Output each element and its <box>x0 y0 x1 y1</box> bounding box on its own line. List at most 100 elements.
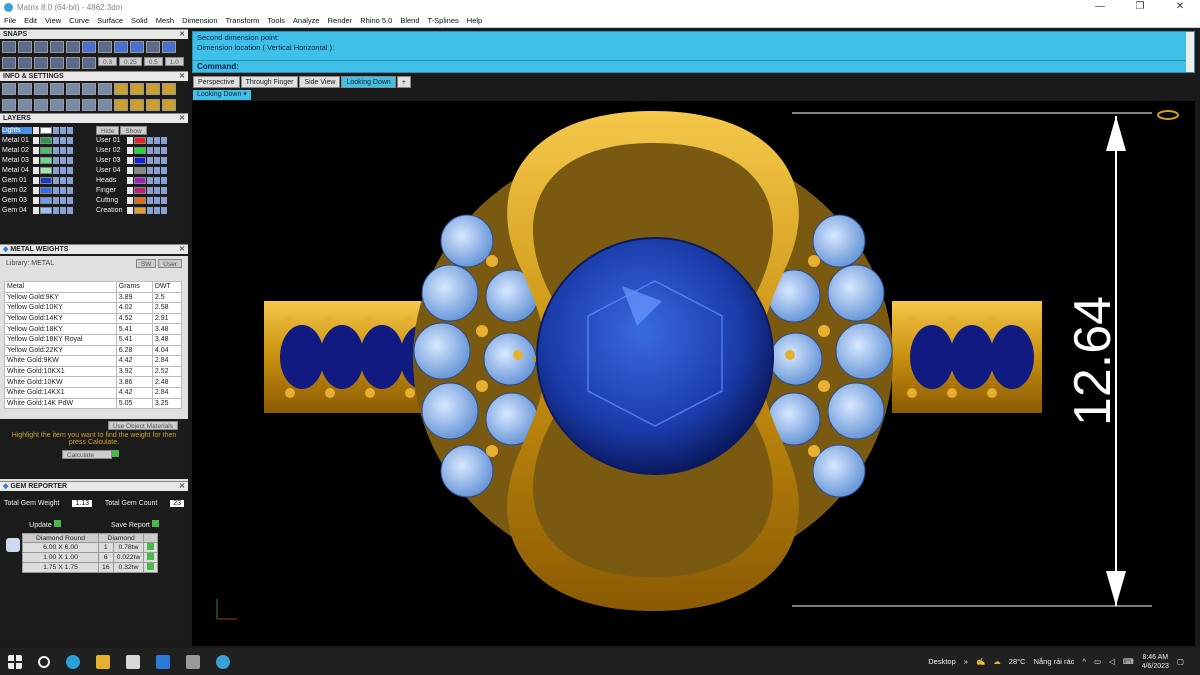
camera-icon[interactable] <box>34 83 48 95</box>
layer-arrow-icon[interactable] <box>127 156 133 164</box>
redo-icon[interactable] <box>130 99 144 111</box>
layer-color-swatch[interactable] <box>40 126 52 134</box>
layer-name[interactable]: Gem 01 <box>2 177 32 184</box>
eye-icon[interactable] <box>161 146 167 154</box>
arrow-right-icon[interactable] <box>147 553 155 560</box>
layer-color-swatch[interactable] <box>40 186 52 194</box>
snap-mid-icon[interactable] <box>50 41 64 53</box>
mail-icon[interactable] <box>156 654 170 669</box>
lightbulb-icon[interactable] <box>154 136 160 144</box>
rhino-icon[interactable] <box>186 654 200 669</box>
color-icon[interactable] <box>98 83 112 95</box>
lock-icon[interactable] <box>53 196 59 204</box>
lock-icon[interactable] <box>147 186 153 194</box>
smarttrack-icon[interactable] <box>50 57 64 69</box>
chevron-up-icon[interactable]: ^ <box>1082 657 1086 666</box>
table-row[interactable]: Yellow Gold:14KY 4.52 2.91 <box>4 312 183 325</box>
eye-icon[interactable] <box>67 126 73 134</box>
ring-icon[interactable] <box>50 99 64 111</box>
windows-start-icon[interactable] <box>8 654 22 669</box>
lightbulb-icon[interactable] <box>60 136 66 144</box>
minimize-button[interactable]: — <box>1080 0 1120 14</box>
menu-surface[interactable]: Surface <box>93 16 127 25</box>
layer-row[interactable]: Cutting <box>96 195 188 205</box>
material-icon[interactable] <box>66 83 80 95</box>
menu-rhino[interactable]: Rhino 5.0 <box>356 16 396 25</box>
eye-icon[interactable] <box>67 206 73 214</box>
sw-button[interactable]: SW <box>135 259 157 268</box>
snap-end-icon[interactable] <box>2 41 16 53</box>
layer-color-swatch[interactable] <box>134 196 146 204</box>
snap-tan-icon[interactable] <box>114 41 128 53</box>
close-button[interactable]: ✕ <box>1160 0 1200 14</box>
table-row[interactable]: Yellow Gold:18KY Royal 5.41 3.48 <box>4 333 183 346</box>
eye-icon[interactable] <box>161 206 167 214</box>
layer-name[interactable]: Metal 04 <box>2 167 32 174</box>
table-row[interactable]: Yellow Gold:18KY 5.41 3.48 <box>4 323 183 335</box>
tab-perspective[interactable]: Perspective <box>193 76 240 88</box>
lightbulb-icon[interactable] <box>154 156 160 164</box>
lock-icon[interactable] <box>147 156 153 164</box>
store-icon[interactable] <box>126 654 140 669</box>
undo-icon[interactable] <box>114 99 128 111</box>
tab-through-finger[interactable]: Through Finger <box>240 76 299 88</box>
search-icon[interactable] <box>38 655 50 668</box>
close-icon[interactable]: ✕ <box>179 482 185 492</box>
select-cell[interactable] <box>143 552 159 563</box>
export-icon[interactable] <box>162 83 176 95</box>
layers-icon[interactable] <box>82 99 96 111</box>
layer-name[interactable]: Metal 02 <box>2 147 32 154</box>
planar-icon[interactable] <box>34 57 48 69</box>
file-explorer-icon[interactable] <box>96 654 110 669</box>
layer-name[interactable]: Finger <box>96 187 126 194</box>
layer-row[interactable]: Gem 04 <box>2 205 94 215</box>
eye-icon[interactable] <box>161 196 167 204</box>
layer-color-swatch[interactable] <box>134 136 146 144</box>
lock-icon[interactable] <box>147 176 153 184</box>
save-icon[interactable] <box>114 83 128 95</box>
print-icon[interactable] <box>146 83 160 95</box>
table-row[interactable]: White Gold:14KX1 4.42 2.84 <box>4 386 183 399</box>
menu-solid[interactable]: Solid <box>127 16 152 25</box>
lock-icon[interactable] <box>147 196 153 204</box>
hide-button[interactable]: Hide <box>96 125 120 135</box>
menu-tsplines[interactable]: T-Splines <box>424 16 463 25</box>
menu-curve[interactable]: Curve <box>65 16 93 25</box>
layer-name[interactable]: Creation <box>96 207 126 214</box>
layer-name[interactable]: Cutting <box>96 197 126 204</box>
pen-icon[interactable]: ✍ <box>976 657 985 666</box>
layer-name[interactable]: Heads <box>96 177 126 184</box>
viewport[interactable]: 12.64 <box>192 101 1195 646</box>
tab-looking-down[interactable]: Looking Down <box>341 76 396 88</box>
lock-icon[interactable] <box>147 206 153 214</box>
layer-name[interactable]: Lights <box>2 126 32 134</box>
snap-quad-icon[interactable] <box>130 41 144 53</box>
history-icon[interactable] <box>82 57 96 69</box>
snap-near-icon[interactable] <box>18 41 32 53</box>
lightbulb-icon[interactable] <box>60 186 66 194</box>
lightbulb-icon[interactable] <box>60 126 66 134</box>
layer-arrow-icon[interactable] <box>33 206 39 214</box>
layer-color-swatch[interactable] <box>134 176 146 184</box>
layer-row[interactable]: Lights <box>2 125 94 135</box>
temperature[interactable]: 28°C <box>1009 657 1026 666</box>
snap-cen-icon[interactable] <box>66 41 80 53</box>
layer-row[interactable]: Metal 01 <box>2 135 94 145</box>
layer-color-swatch[interactable] <box>134 146 146 154</box>
lock-icon[interactable] <box>147 166 153 174</box>
table-row[interactable]: White Gold:14K PdW 5.05 3.25 <box>4 397 183 410</box>
layer-row[interactable]: User 01 <box>96 135 188 145</box>
settings-icon[interactable] <box>2 83 16 95</box>
layer-arrow-icon[interactable] <box>127 176 133 184</box>
layer-row[interactable]: Gem 03 <box>2 195 94 205</box>
snap-value-2[interactable]: 0.25 <box>119 57 142 66</box>
grid-view-icon[interactable] <box>2 99 16 111</box>
layer-row[interactable]: Finger <box>96 185 188 195</box>
layer-arrow-icon[interactable] <box>33 196 39 204</box>
layer-color-swatch[interactable] <box>134 166 146 174</box>
select-cell[interactable] <box>143 562 159 573</box>
layer-color-swatch[interactable] <box>40 206 52 214</box>
layer-color-swatch[interactable] <box>40 136 52 144</box>
lightbulb-icon[interactable] <box>154 206 160 214</box>
snap-value-1[interactable]: 0.3 <box>98 57 118 66</box>
